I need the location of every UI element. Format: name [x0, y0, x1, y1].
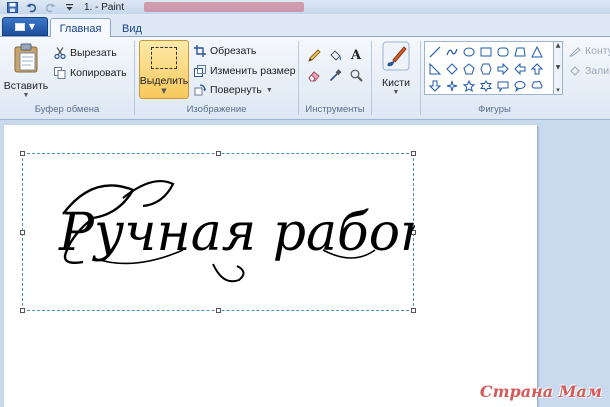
cut-label: Вырезать [70, 47, 117, 59]
file-menu-button[interactable]: ▼ [2, 17, 48, 36]
fill-bucket-icon [569, 65, 581, 77]
brush-icon [382, 41, 410, 74]
left-arrow-shape-icon[interactable] [511, 60, 528, 77]
site-watermark: Страна Мам [479, 382, 602, 401]
rounded-rectangle-shape-icon[interactable] [494, 43, 511, 60]
resize-icon [194, 65, 206, 77]
window-title: 1. - Paint [84, 1, 125, 13]
magnifier-icon[interactable] [347, 67, 365, 84]
right-arrow-shape-icon[interactable] [494, 60, 511, 77]
copy-button[interactable]: Копировать [54, 65, 127, 81]
save-icon[interactable] [6, 1, 19, 13]
paste-button[interactable]: Вставить ▼ [4, 43, 48, 99]
oval-shape-icon[interactable] [460, 43, 477, 60]
paste-label: Вставить [3, 80, 49, 92]
tab-view[interactable]: Вид [116, 20, 148, 38]
tab-home[interactable]: Главная [50, 18, 111, 38]
resize-label: Изменить размер [210, 65, 296, 77]
polygon-shape-icon[interactable] [511, 43, 528, 60]
select-button[interactable]: Выделить ▼ [139, 40, 189, 99]
paste-dropdown-icon: ▼ [22, 92, 30, 99]
four-point-star-shape-icon[interactable] [443, 77, 460, 94]
diamond-shape-icon[interactable] [443, 60, 460, 77]
rotate-dropdown-icon: ▼ [265, 86, 273, 94]
outline-icon [568, 45, 581, 57]
calligraphy-artwork: Ручная работа [58, 180, 415, 283]
select-label: Выделить [139, 75, 189, 87]
fill-label: Зали [585, 65, 610, 77]
oval-callout-shape-icon[interactable] [511, 77, 528, 94]
cloud-callout-shape-icon[interactable] [528, 77, 545, 94]
selection-rectangle[interactable]: Ручная работа [20, 151, 416, 313]
selection-rectangle-icon [151, 47, 177, 69]
brushes-label: Кисти [382, 77, 410, 89]
cut-button[interactable]: Вырезать [54, 45, 117, 61]
rectangle-shape-icon[interactable] [477, 43, 494, 60]
file-menu-icon [14, 22, 25, 31]
chevron-down-icon: ▼ [28, 22, 36, 31]
up-arrow-shape-icon[interactable] [528, 60, 545, 77]
clipboard-group-label: Буфер обмена [34, 104, 100, 115]
tools-grid: A [305, 47, 367, 84]
five-point-star-shape-icon[interactable] [460, 77, 477, 94]
color-picker-icon[interactable] [326, 67, 344, 84]
rotate-label: Повернуть [210, 84, 262, 96]
right-triangle-shape-icon[interactable] [426, 60, 443, 77]
group-divider [371, 41, 372, 115]
title-bar: 1. - Paint [0, 0, 610, 14]
quick-access-toolbar [0, 0, 76, 14]
brushes-dropdown-icon: ▼ [392, 89, 400, 96]
drawing-canvas[interactable]: Ручная работа [4, 125, 537, 407]
brushes-button[interactable]: Кисти ▼ [376, 41, 416, 96]
text-icon[interactable]: A [347, 47, 365, 64]
rotate-button[interactable]: Повернуть ▼ [194, 82, 273, 98]
image-group-label: Изображение [186, 104, 247, 115]
customize-icon[interactable] [63, 1, 76, 13]
fill-shape-button[interactable]: Зали [569, 63, 609, 79]
select-dropdown-icon: ▼ [161, 87, 167, 95]
canvas-workspace: Ручная работа Страна Мам [0, 121, 610, 407]
rotate-icon [194, 84, 206, 96]
group-clipboard: Вставить ▼ Вырезать Копировать Буфер обм… [0, 39, 134, 118]
crop-button[interactable]: Обрезать [194, 43, 256, 59]
crop-label: Обрезать [210, 45, 257, 57]
redo-icon[interactable] [44, 1, 57, 13]
outline-label: Конту [585, 45, 610, 57]
shapes-scrollbar[interactable]: ▲ ▼ ▾ [554, 41, 563, 95]
six-point-star-shape-icon[interactable] [477, 77, 494, 94]
ribbon: Вставить ▼ Вырезать Копировать Буфер обм… [0, 37, 610, 120]
copy-label: Копировать [70, 67, 127, 79]
outline-button[interactable]: Конту [568, 43, 610, 59]
background-window-tab [144, 2, 305, 12]
crop-icon [194, 45, 206, 57]
rounded-callout-shape-icon[interactable] [494, 77, 511, 94]
pentagon-shape-icon[interactable] [460, 60, 477, 77]
tools-group-label: Инструменты [305, 104, 365, 115]
triangle-shape-icon[interactable] [528, 43, 545, 60]
scroll-down-icon[interactable]: ▼ [556, 64, 561, 71]
scroll-up-icon[interactable]: ▲ [556, 42, 561, 49]
hexagon-shape-icon[interactable] [477, 60, 494, 77]
shapes-group-label: Фигуры [478, 104, 511, 115]
eraser-icon[interactable] [305, 67, 323, 84]
copy-icon [54, 67, 66, 79]
fill-icon[interactable] [326, 47, 344, 64]
shapes-gallery [424, 41, 554, 95]
line-shape-icon[interactable] [426, 43, 443, 60]
pencil-icon[interactable] [305, 47, 323, 64]
down-arrow-shape-icon[interactable] [426, 77, 443, 94]
curve-shape-icon[interactable] [443, 43, 460, 60]
undo-icon[interactable] [25, 1, 38, 13]
ribbon-tabs: ▼ Главная Вид [0, 14, 610, 38]
more-shapes-icon[interactable]: ▾ [556, 86, 560, 94]
resize-button[interactable]: Изменить размер [194, 63, 296, 79]
scissors-icon [54, 47, 66, 60]
paste-icon [13, 43, 39, 76]
